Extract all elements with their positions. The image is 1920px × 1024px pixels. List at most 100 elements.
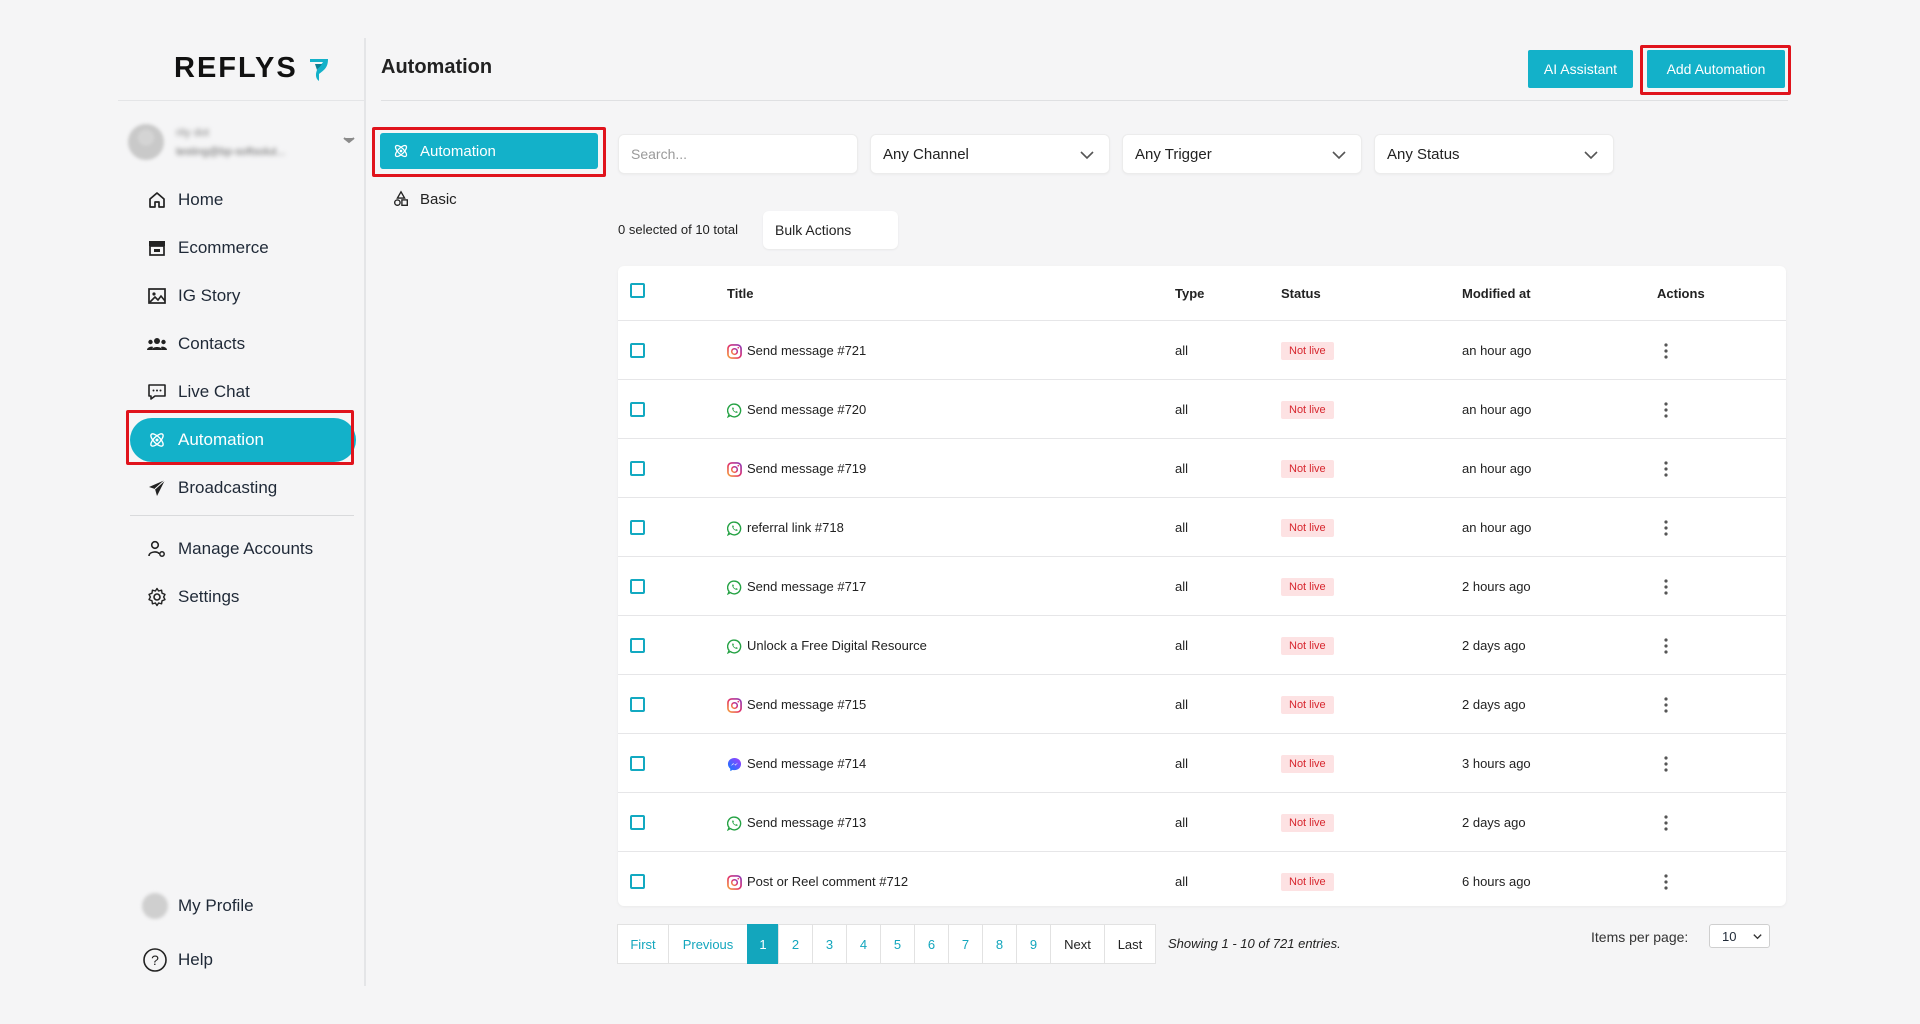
sidebar-item-label: Broadcasting bbox=[178, 478, 278, 497]
pagination-page-button[interactable]: 3 bbox=[812, 924, 847, 964]
more-actions-icon[interactable] bbox=[1658, 872, 1674, 892]
pagination-page-button[interactable]: 5 bbox=[880, 924, 915, 964]
sidebar-item-live-chat[interactable]: Live Chat bbox=[130, 370, 356, 414]
more-actions-icon[interactable] bbox=[1658, 813, 1674, 833]
selection-count: 0 selected of 10 total bbox=[618, 222, 738, 237]
row-divider bbox=[618, 379, 1786, 380]
sidebar-item-label: Contacts bbox=[178, 334, 246, 353]
row-checkbox[interactable] bbox=[630, 696, 645, 712]
my-profile-label: My Profile bbox=[178, 896, 254, 915]
pagination-page-button[interactable]: 2 bbox=[778, 924, 813, 964]
row-title[interactable]: referral link #718 bbox=[747, 520, 844, 535]
atom-icon bbox=[394, 144, 408, 158]
row-checkbox[interactable] bbox=[630, 578, 645, 594]
subnav-automation[interactable]: Automation bbox=[380, 133, 598, 169]
chevron-down-icon bbox=[1584, 151, 1598, 160]
sidebar-item-label: Home bbox=[178, 190, 224, 209]
pagination-previous-button[interactable]: Previous bbox=[668, 924, 748, 964]
pagination-page-button[interactable]: 1 bbox=[747, 924, 779, 964]
pagination-next-button[interactable]: Next bbox=[1050, 924, 1105, 964]
account-switcher[interactable]: rity dot testing@bp-softsolut... bbox=[128, 111, 358, 173]
pagination-page-button[interactable]: 7 bbox=[948, 924, 983, 964]
row-title[interactable]: Unlock a Free Digital Resource bbox=[747, 638, 927, 653]
sidebar-item-contacts[interactable]: Contacts bbox=[130, 322, 356, 366]
chat-icon bbox=[146, 381, 168, 403]
pagination: First Previous 1 2 3 4 5 6 7 8 9 Next Last bbox=[617, 924, 1156, 964]
more-actions-icon[interactable] bbox=[1658, 518, 1674, 538]
column-header-status: Status bbox=[1281, 286, 1321, 301]
pagination-first-button[interactable]: First bbox=[617, 924, 669, 964]
profile-avatar bbox=[142, 893, 168, 919]
more-actions-icon[interactable] bbox=[1658, 754, 1674, 774]
gear-icon bbox=[146, 586, 168, 608]
help-link[interactable]: ? Help bbox=[142, 947, 213, 973]
users-icon bbox=[146, 333, 168, 355]
row-checkbox[interactable] bbox=[630, 755, 645, 771]
more-actions-icon[interactable] bbox=[1658, 636, 1674, 656]
bulk-actions-button[interactable]: Bulk Actions bbox=[763, 211, 898, 249]
more-actions-icon[interactable] bbox=[1658, 459, 1674, 479]
search-input[interactable] bbox=[618, 134, 858, 174]
pagination-page-button[interactable]: 6 bbox=[914, 924, 949, 964]
sidebar-item-broadcasting[interactable]: Broadcasting bbox=[130, 466, 356, 510]
channel-filter-select[interactable]: Any Channel bbox=[870, 134, 1110, 174]
sidebar-item-home[interactable]: Home bbox=[130, 178, 356, 222]
more-actions-icon[interactable] bbox=[1658, 577, 1674, 597]
row-checkbox[interactable] bbox=[630, 814, 645, 830]
whatsapp-icon bbox=[726, 402, 742, 418]
subnav-basic[interactable]: Basic bbox=[380, 181, 598, 217]
row-title[interactable]: Send message #719 bbox=[747, 461, 866, 476]
pagination-page-button[interactable]: 4 bbox=[846, 924, 881, 964]
select-all-checkbox[interactable] bbox=[630, 283, 645, 298]
status-badge: Not live bbox=[1281, 577, 1334, 596]
status-filter-value: Any Status bbox=[1387, 145, 1460, 163]
status-filter-select[interactable]: Any Status bbox=[1374, 134, 1614, 174]
row-checkbox[interactable] bbox=[630, 637, 645, 653]
sidebar-item-ig-story[interactable]: IG Story bbox=[130, 274, 356, 318]
row-checkbox[interactable] bbox=[630, 873, 645, 889]
user-cog-icon bbox=[146, 538, 168, 560]
row-checkbox[interactable] bbox=[630, 460, 645, 476]
row-title[interactable]: Send message #713 bbox=[747, 815, 866, 830]
pagination-last-button[interactable]: Last bbox=[1104, 924, 1156, 964]
sidebar-item-automation[interactable]: Automation bbox=[130, 418, 356, 462]
sidebar-item-ecommerce[interactable]: Ecommerce bbox=[130, 226, 356, 270]
row-title[interactable]: Send message #721 bbox=[747, 343, 866, 358]
ai-assistant-button[interactable]: AI Assistant bbox=[1528, 50, 1633, 88]
messenger-icon bbox=[727, 757, 742, 772]
sidebar-item-label: Ecommerce bbox=[178, 238, 269, 257]
row-title[interactable]: Post or Reel comment #712 bbox=[747, 874, 908, 889]
row-checkbox[interactable] bbox=[630, 401, 645, 417]
row-title[interactable]: Send message #717 bbox=[747, 579, 866, 594]
row-checkbox[interactable] bbox=[630, 519, 645, 535]
items-per-page-select[interactable]: 10 bbox=[1709, 924, 1770, 948]
row-divider bbox=[618, 497, 1786, 498]
pagination-page-button[interactable]: 9 bbox=[1016, 924, 1051, 964]
brand-logo[interactable]: REFLYS bbox=[174, 52, 332, 85]
chevron-down-icon[interactable] bbox=[340, 131, 358, 149]
row-type: all bbox=[1175, 578, 1189, 594]
row-title[interactable]: Send message #715 bbox=[747, 697, 866, 712]
column-header-title: Title bbox=[727, 286, 754, 301]
more-actions-icon[interactable] bbox=[1658, 341, 1674, 361]
chevron-down-icon bbox=[1753, 934, 1762, 940]
sidebar: REFLYS rity dot testing@bp-softsolut... … bbox=[118, 38, 366, 986]
more-actions-icon[interactable] bbox=[1658, 400, 1674, 420]
row-title[interactable]: Send message #714 bbox=[747, 756, 866, 771]
row-type: all bbox=[1175, 342, 1189, 358]
row-checkbox[interactable] bbox=[630, 342, 645, 358]
trigger-filter-value: Any Trigger bbox=[1135, 145, 1212, 163]
row-divider bbox=[618, 556, 1786, 557]
trigger-filter-select[interactable]: Any Trigger bbox=[1122, 134, 1362, 174]
add-automation-button[interactable]: Add Automation bbox=[1647, 50, 1785, 88]
pagination-page-button[interactable]: 8 bbox=[982, 924, 1017, 964]
instagram-icon bbox=[727, 461, 742, 477]
sidebar-item-settings[interactable]: Settings bbox=[130, 575, 356, 619]
row-title[interactable]: Send message #720 bbox=[747, 402, 866, 417]
my-profile-link[interactable]: My Profile bbox=[142, 893, 254, 919]
sidebar-item-manage-accounts[interactable]: Manage Accounts bbox=[130, 527, 356, 571]
more-actions-icon[interactable] bbox=[1658, 695, 1674, 715]
header-row-divider bbox=[618, 320, 1786, 321]
status-badge: Not live bbox=[1281, 400, 1334, 419]
row-divider bbox=[618, 438, 1786, 439]
